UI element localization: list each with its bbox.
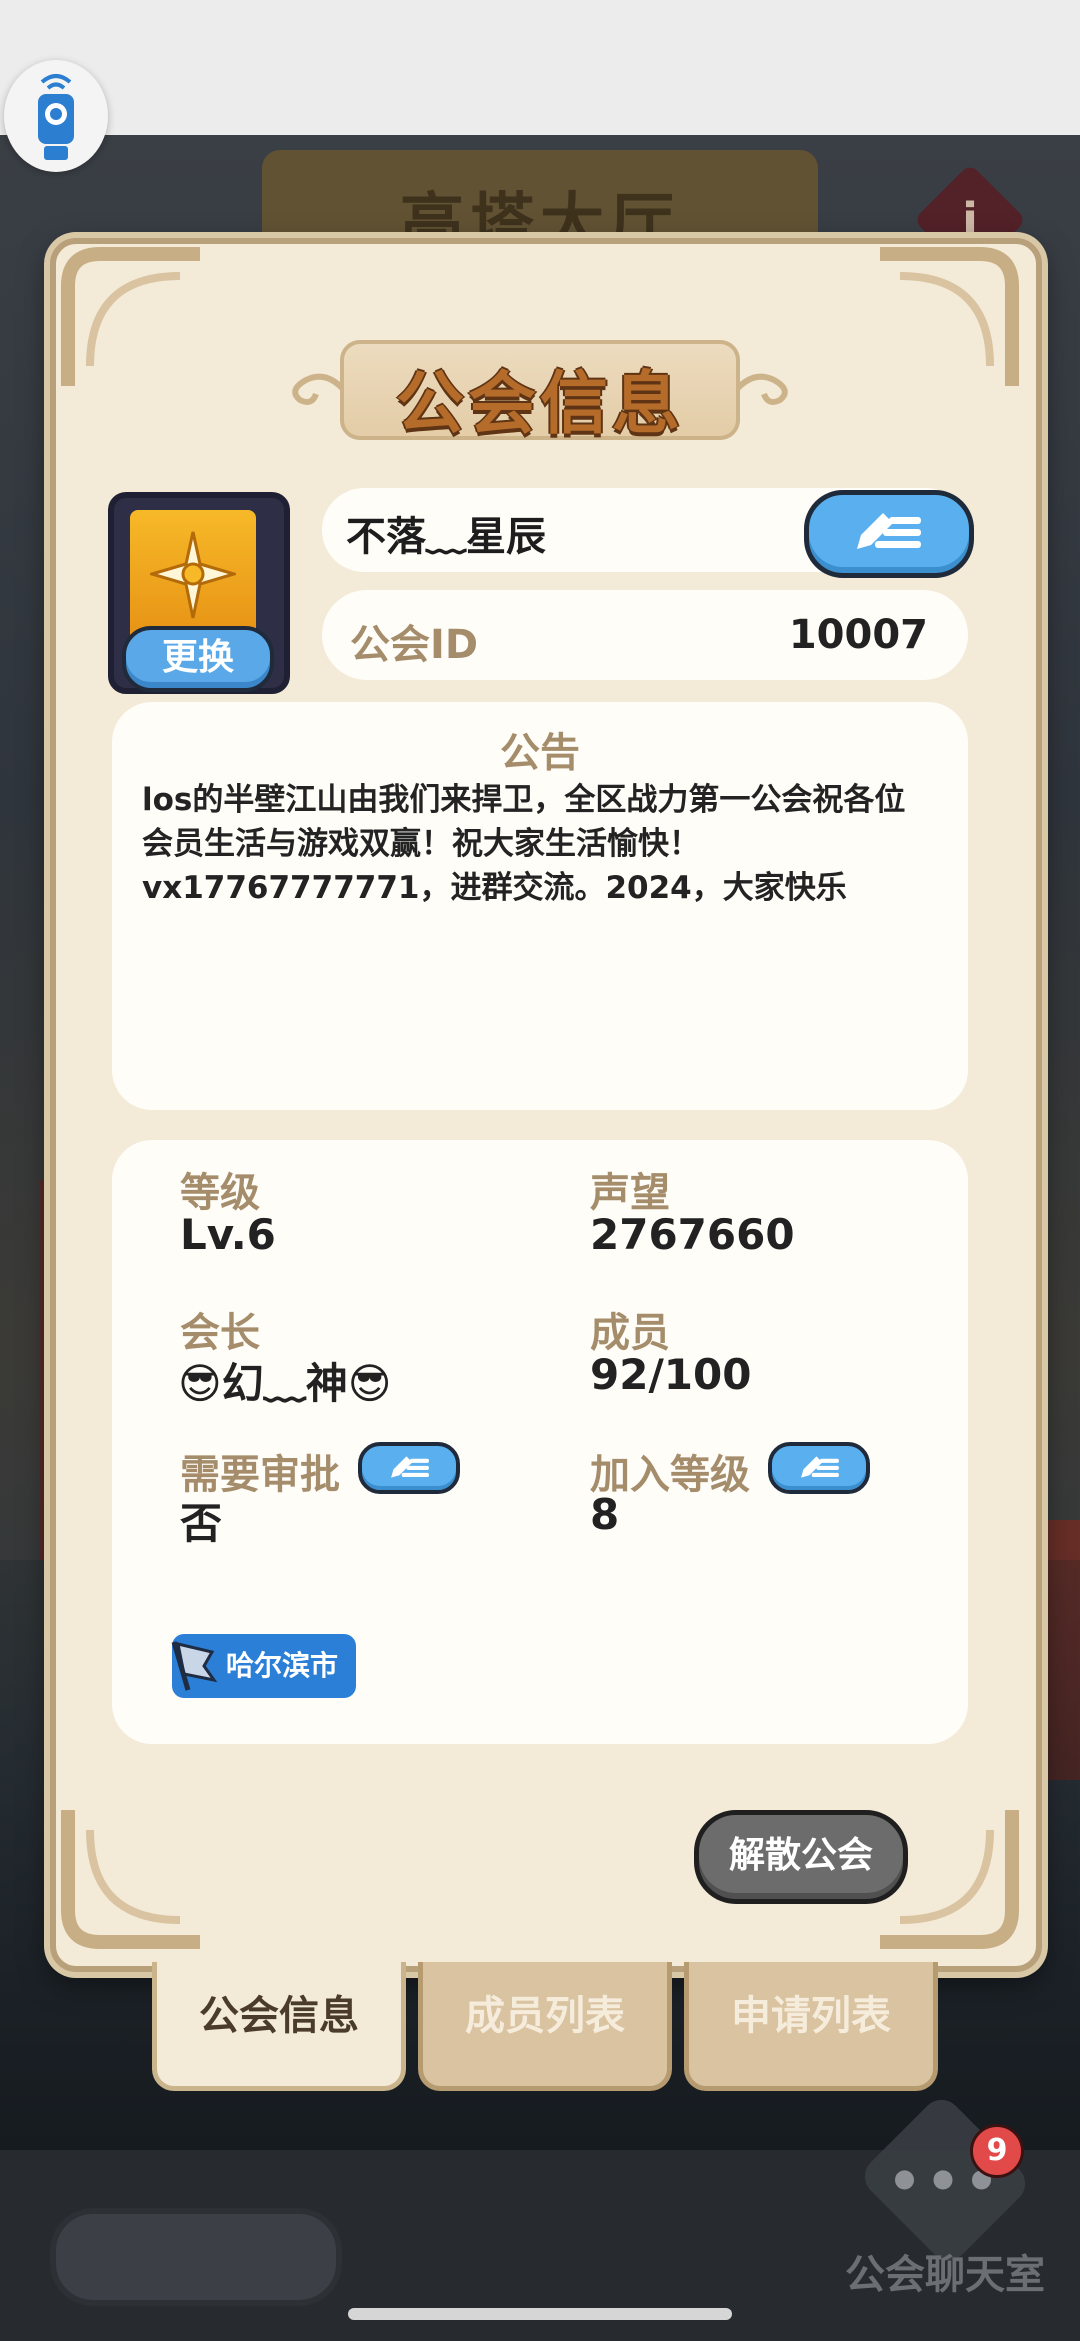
- guild-id-field: 公会ID 10007: [322, 590, 968, 680]
- notice-line: 会员生活与游戏双赢！祝大家生活愉快！: [142, 826, 700, 862]
- chat-unread-badge: 9: [970, 2124, 1024, 2178]
- notice-line: los的半壁江山由我们来捍卫，全区战力第一公会祝各位: [142, 782, 906, 818]
- dissolve-guild-button[interactable]: 解散公会: [694, 1810, 908, 1904]
- members-value: 92/100: [590, 1350, 752, 1399]
- back-button[interactable]: [50, 2208, 342, 2306]
- edit-icon: [857, 513, 921, 549]
- star-emblem-icon: [150, 531, 236, 619]
- location-flag-icon: [171, 1641, 218, 1691]
- dialog-title: 公会信息: [395, 365, 684, 444]
- corner-ornament-icon: [870, 246, 1020, 396]
- join-level-value: 8: [590, 1490, 620, 1539]
- chat-label: 公会聊天室: [845, 2252, 1045, 2298]
- edit-icon: [391, 1456, 429, 1478]
- tab-member-list[interactable]: 成员列表: [418, 1962, 672, 2091]
- change-emblem-button[interactable]: 更换: [122, 626, 274, 692]
- status-bar-area: [0, 0, 1080, 135]
- city-tag[interactable]: 哈尔滨市: [171, 1634, 356, 1698]
- edit-approval-button[interactable]: [358, 1442, 460, 1494]
- tab-guild-info[interactable]: 公会信息: [152, 1962, 406, 2091]
- guild-chat-button[interactable]: ••• 9 公会聊天室: [820, 2091, 1070, 2300]
- home-indicator[interactable]: [348, 2308, 732, 2320]
- prestige-value: 2767660: [590, 1210, 795, 1259]
- notice-text: los的半壁江山由我们来捍卫，全区战力第一公会祝各位 会员生活与游戏双赢！祝大家…: [142, 778, 952, 910]
- dialog-title-banner: 公会信息: [290, 330, 790, 450]
- edit-icon: [801, 1456, 839, 1478]
- edit-join-level-button[interactable]: [768, 1442, 870, 1494]
- screen-record-button[interactable]: [4, 60, 108, 172]
- notice-title: 公告: [500, 730, 580, 776]
- guild-id-value: 10007: [788, 612, 928, 658]
- notice-card[interactable]: 公告 los的半壁江山由我们来捍卫，全区战力第一公会祝各位 会员生活与游戏双赢！…: [112, 702, 968, 1110]
- level-value: Lv.6: [180, 1210, 276, 1259]
- guild-id-label: 公会ID: [350, 622, 479, 668]
- tab-application-list[interactable]: 申请列表: [684, 1962, 938, 2091]
- edit-name-button[interactable]: [804, 490, 974, 578]
- leader-value: 😎幻﹏神😎: [178, 1359, 392, 1408]
- corner-ornament-icon: [60, 246, 210, 396]
- guild-name: 不落﹏星辰: [346, 514, 546, 560]
- camera-icon: [38, 74, 74, 160]
- city-name: 哈尔滨市: [226, 1649, 339, 1682]
- approval-value: 否: [180, 1499, 223, 1548]
- corner-ornament-icon: [60, 1800, 210, 1950]
- notice-line: vx17767777771，进群交流。2024，大家快乐: [142, 870, 847, 906]
